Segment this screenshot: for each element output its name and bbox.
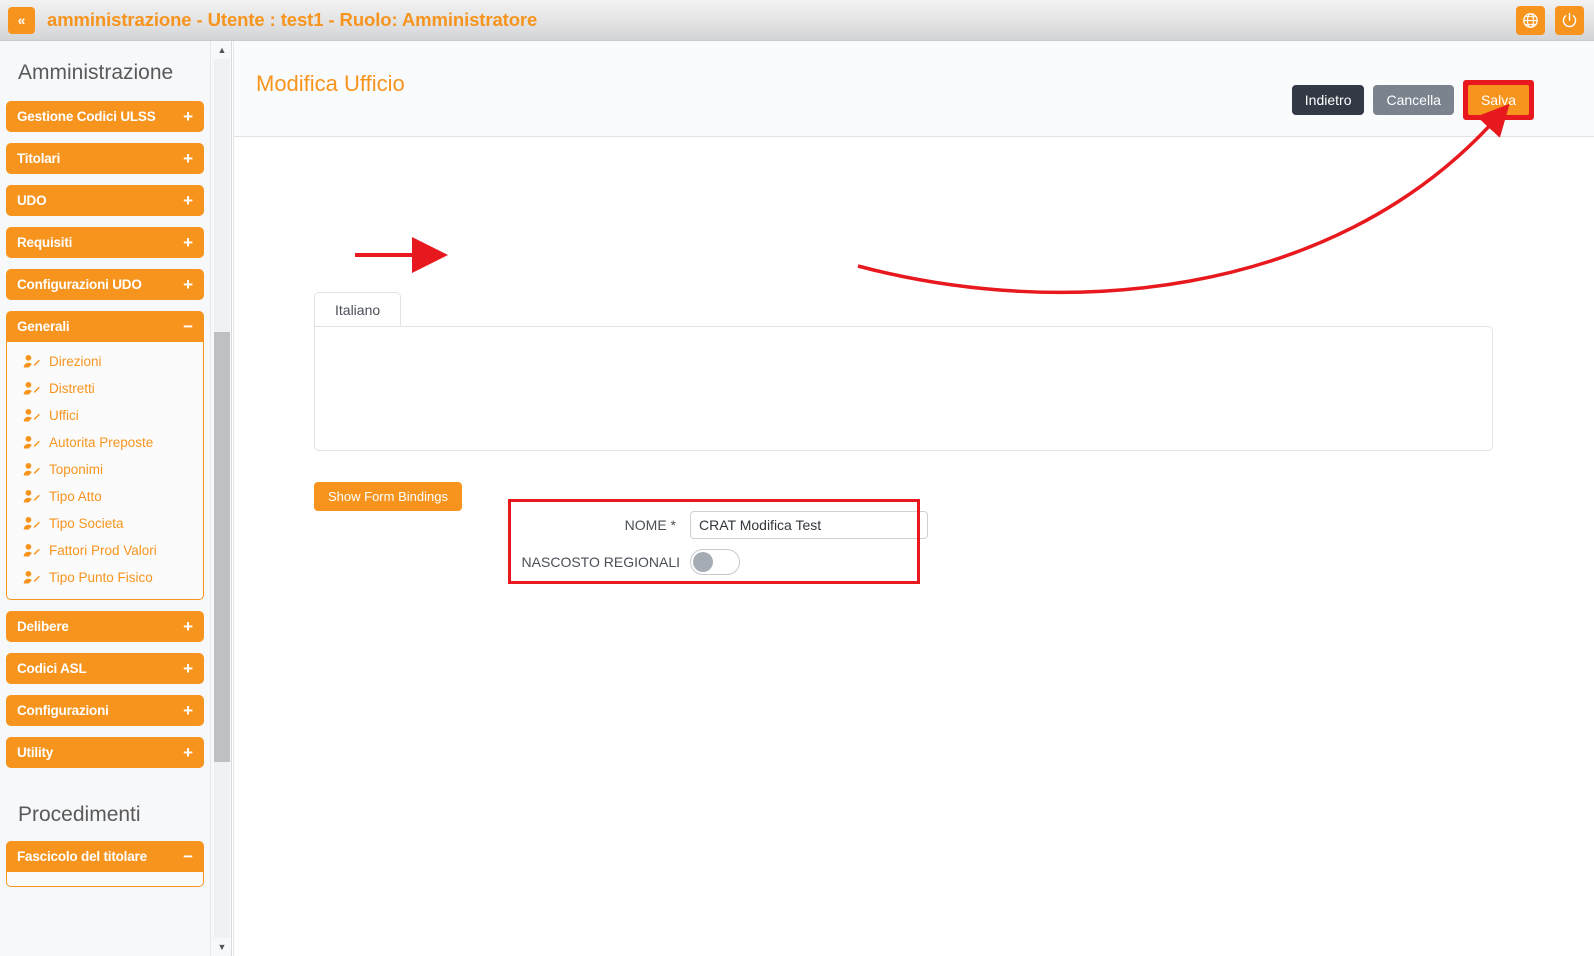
person-edit-icon xyxy=(23,354,40,369)
sidebar-scrollbar[interactable]: ▲ ▼ xyxy=(210,41,232,956)
sidebar-group-label: Requisiti xyxy=(17,235,72,250)
sidebar-item-uffici[interactable]: Uffici xyxy=(7,402,203,429)
plus-icon: + xyxy=(183,276,193,293)
sidebar-group-label: Titolari xyxy=(17,151,60,166)
person-edit-icon xyxy=(23,489,40,504)
sidebar-item-distretti[interactable]: Distretti xyxy=(7,375,203,402)
sidebar-group-configurazioni[interactable]: Configurazioni + xyxy=(6,695,204,726)
app-root: « amministrazione - Utente : test1 - Ruo… xyxy=(0,0,1594,956)
plus-icon: + xyxy=(183,660,193,677)
main-content: Modifica Ufficio Indietro Cancella Salva… xyxy=(233,41,1594,956)
sidebar[interactable]: Amministrazione Gestione Codici ULSS + T… xyxy=(0,41,210,956)
sidebar-submenu-generali: Direzioni Distretti Uffici xyxy=(6,342,204,600)
sidebar-item-label: Autorita Preposte xyxy=(49,435,153,450)
top-bar: « amministrazione - Utente : test1 - Ruo… xyxy=(0,0,1594,41)
cancel-button[interactable]: Cancella xyxy=(1373,85,1453,115)
globe-icon xyxy=(1522,12,1539,29)
sidebar-group-label: UDO xyxy=(17,193,46,208)
sidebar-group-titolari[interactable]: Titolari + xyxy=(6,143,204,174)
sidebar-group-label: Delibere xyxy=(17,619,69,634)
sidebar-group-requisiti[interactable]: Requisiti + xyxy=(6,227,204,258)
minus-icon: − xyxy=(183,848,193,865)
sidebar-item-label: Toponimi xyxy=(49,462,103,477)
sidebar-group-configurazioni-udo[interactable]: Configurazioni UDO + xyxy=(6,269,204,300)
show-form-bindings-button[interactable]: Show Form Bindings xyxy=(314,482,462,511)
sidebar-item-direzioni[interactable]: Direzioni xyxy=(7,348,203,375)
scrollbar-thumb[interactable] xyxy=(214,332,230,762)
save-button[interactable]: Salva xyxy=(1468,85,1529,115)
language-tabs: Italiano xyxy=(314,292,401,326)
plus-icon: + xyxy=(183,192,193,209)
form-area: Italiano NOME * NASCOSTO REGIONALI Show … xyxy=(234,137,1594,956)
sidebar-group-fascicolo-del-titolare[interactable]: Fascicolo del titolare − xyxy=(6,841,204,872)
sidebar-heading-amministrazione: Amministrazione xyxy=(0,41,210,101)
content-header: Modifica Ufficio Indietro Cancella Salva xyxy=(234,41,1594,137)
plus-icon: + xyxy=(183,702,193,719)
tab-italiano[interactable]: Italiano xyxy=(314,292,401,326)
sidebar-group-label: Configurazioni xyxy=(17,703,109,718)
scroll-down-arrow-icon[interactable]: ▼ xyxy=(211,938,233,956)
sidebar-item-label: Tipo Atto xyxy=(49,489,102,504)
sidebar-group-codici-asl[interactable]: Codici ASL + xyxy=(6,653,204,684)
person-edit-icon xyxy=(23,543,40,558)
minus-icon: − xyxy=(183,318,193,335)
sidebar-item-toponimi[interactable]: Toponimi xyxy=(7,456,203,483)
header-actions: Indietro Cancella Salva xyxy=(1292,80,1534,120)
sidebar-item-label: Uffici xyxy=(49,408,79,423)
person-edit-icon xyxy=(23,408,40,423)
logout-button[interactable] xyxy=(1555,6,1584,35)
plus-icon: + xyxy=(183,618,193,635)
sidebar-item-label: Tipo Societa xyxy=(49,516,124,531)
sidebar-collapse-button[interactable]: « xyxy=(8,7,35,34)
sidebar-item-fattori-prod-valori[interactable]: Fattori Prod Valori xyxy=(7,537,203,564)
sidebar-group-generali[interactable]: Generali − xyxy=(6,311,204,342)
sidebar-group-udo[interactable]: UDO + xyxy=(6,185,204,216)
sidebar-item-label: Distretti xyxy=(49,381,95,396)
sidebar-item-label: Direzioni xyxy=(49,354,102,369)
person-edit-icon xyxy=(23,570,40,585)
scroll-up-arrow-icon[interactable]: ▲ xyxy=(211,41,233,59)
sidebar-group-label: Configurazioni UDO xyxy=(17,277,142,292)
sidebar-group-label: Generali xyxy=(17,319,69,334)
back-button[interactable]: Indietro xyxy=(1292,85,1365,115)
person-edit-icon xyxy=(23,516,40,531)
sidebar-group-label: Gestione Codici ULSS xyxy=(17,109,156,124)
form-panel: NOME * NASCOSTO REGIONALI xyxy=(314,326,1493,451)
plus-icon: + xyxy=(183,234,193,251)
sidebar-group-label: Utility xyxy=(17,745,53,760)
plus-icon: + xyxy=(183,108,193,125)
person-edit-icon xyxy=(23,462,40,477)
sidebar-item-label: Tipo Punto Fisico xyxy=(49,570,153,585)
power-icon xyxy=(1561,12,1578,29)
sidebar-submenu-fascicolo xyxy=(6,872,204,887)
person-edit-icon xyxy=(23,435,40,450)
sidebar-item-label: Fattori Prod Valori xyxy=(49,543,157,558)
page-title: Modifica Ufficio xyxy=(256,71,405,97)
top-bar-actions xyxy=(1516,6,1584,35)
sidebar-group-label: Codici ASL xyxy=(17,661,87,676)
person-edit-icon xyxy=(23,381,40,396)
sidebar-group-delibere[interactable]: Delibere + xyxy=(6,611,204,642)
sidebar-group-gestione-codici-ulss[interactable]: Gestione Codici ULSS + xyxy=(6,101,204,132)
sidebar-group-utility[interactable]: Utility + xyxy=(6,737,204,768)
plus-icon: + xyxy=(183,150,193,167)
app-title: amministrazione - Utente : test1 - Ruolo… xyxy=(47,9,537,31)
sidebar-item-autorita-preposte[interactable]: Autorita Preposte xyxy=(7,429,203,456)
language-button[interactable] xyxy=(1516,6,1545,35)
sidebar-item-tipo-atto[interactable]: Tipo Atto xyxy=(7,483,203,510)
sidebar-item-tipo-societa[interactable]: Tipo Societa xyxy=(7,510,203,537)
sidebar-heading-procedimenti: Procedimenti xyxy=(0,779,210,841)
save-button-highlight: Salva xyxy=(1463,80,1534,120)
plus-icon: + xyxy=(183,744,193,761)
sidebar-item-tipo-punto-fisico[interactable]: Tipo Punto Fisico xyxy=(7,564,203,591)
sidebar-group-label: Fascicolo del titolare xyxy=(17,849,147,864)
form-fields-highlight xyxy=(508,499,920,584)
chevron-double-left-icon: « xyxy=(18,12,26,28)
